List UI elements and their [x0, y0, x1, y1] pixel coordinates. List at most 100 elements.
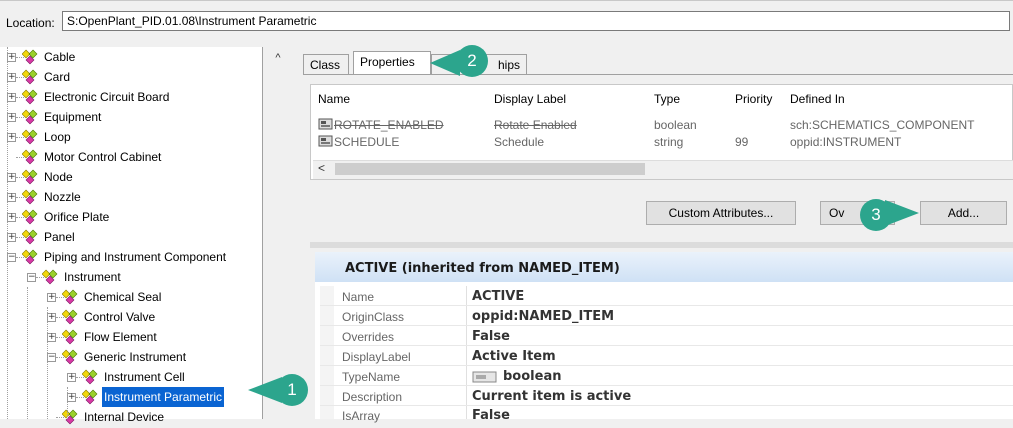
row-divider	[320, 405, 1013, 406]
class-icon	[21, 109, 42, 125]
detail-value-isarray[interactable]: False	[472, 408, 510, 423]
detail-label-isarray: IsArray	[342, 409, 381, 423]
tree-expander-instrument[interactable]: −	[27, 273, 36, 282]
column-header-defined-in[interactable]: Defined In	[790, 92, 845, 106]
detail-label-overrides: Overrides	[342, 330, 395, 344]
tree-expander-control-valve[interactable]: +	[47, 313, 56, 322]
tree-item-motor-control-cabinet[interactable]: Motor Control Cabinet	[42, 147, 163, 167]
tree-expander-piping-and-instrument-component[interactable]: −	[7, 253, 16, 262]
tree-guide-line	[7, 47, 8, 419]
scroll-up-icon[interactable]: ^	[269, 52, 287, 66]
add-button[interactable]: Add...	[920, 201, 1007, 225]
tree-item-label: Flow Element	[84, 330, 157, 344]
tree-expander-panel[interactable]: +	[7, 233, 16, 242]
tree-item-orifice-plate[interactable]: Orifice Plate	[42, 207, 111, 227]
tree-item-equipment[interactable]: Equipment	[42, 107, 103, 127]
class-icon	[21, 189, 42, 205]
tree-item-label: Loop	[44, 130, 71, 144]
top-border	[0, 0, 1013, 5]
location-field[interactable]: S:OpenPlant_PID.01.08\Instrument Paramet…	[62, 11, 1010, 31]
column-header-priority[interactable]: Priority	[735, 92, 772, 106]
tree-item-label: Instrument Cell	[104, 370, 185, 384]
tree-scrollbar[interactable]	[263, 47, 297, 419]
detail-value-typename[interactable]: boolean	[503, 369, 561, 384]
tab-class[interactable]: Class	[303, 54, 349, 74]
column-header-name[interactable]: Name	[318, 92, 350, 106]
detail-value-originclass[interactable]: oppid:NAMED_ITEM	[472, 309, 614, 324]
property-display-label: Rotate Enabled	[494, 118, 577, 132]
property-icon	[318, 117, 334, 131]
row-divider	[320, 345, 1013, 346]
class-icon	[21, 69, 42, 85]
custom-attributes-button[interactable]: Custom Attributes...	[646, 201, 796, 225]
tree-item-chemical-seal[interactable]: Chemical Seal	[82, 287, 163, 307]
tree-expander-instrument-parametric[interactable]: +	[67, 393, 76, 402]
tree-item-instrument[interactable]: Instrument	[62, 267, 123, 287]
detail-label-originclass: OriginClass	[342, 310, 405, 324]
property-type: string	[654, 135, 684, 149]
tree-expander-electronic-circuit-board[interactable]: +	[7, 93, 16, 102]
class-icon	[61, 289, 82, 305]
detail-label-name: Name	[342, 290, 375, 304]
tree-item-control-valve[interactable]: Control Valve	[82, 307, 157, 327]
tree-item-panel[interactable]: Panel	[42, 227, 77, 247]
type-icon	[472, 370, 498, 384]
tree-guide-line	[67, 387, 68, 419]
tree-guide-line	[27, 287, 28, 419]
class-icon	[21, 229, 42, 245]
property-name[interactable]: SCHEDULE	[334, 135, 399, 149]
tree-expander-cable[interactable]: +	[7, 53, 16, 62]
tab-properties[interactable]: Properties	[353, 51, 431, 75]
column-header-display-label[interactable]: Display Label	[494, 92, 566, 106]
tree-expander-flow-element[interactable]: +	[47, 333, 56, 342]
tree-item-node[interactable]: Node	[42, 167, 75, 187]
class-icon	[21, 149, 42, 165]
column-header-type[interactable]: Type	[654, 92, 680, 106]
panel-splitter[interactable]	[310, 242, 1013, 248]
tree-expander-node[interactable]: +	[7, 173, 16, 182]
property-name[interactable]: ROTATE_ENABLED	[334, 118, 444, 132]
tree-item-electronic-circuit-board[interactable]: Electronic Circuit Board	[42, 87, 171, 107]
class-icon	[81, 369, 102, 385]
tree-item-label: Panel	[44, 230, 75, 244]
tree-item-generic-instrument[interactable]: Generic Instrument	[82, 347, 188, 367]
tree-expander-generic-instrument[interactable]: −	[47, 353, 56, 362]
class-icon	[61, 409, 82, 425]
tree-expander-equipment[interactable]: +	[7, 113, 16, 122]
tree-expander-chemical-seal[interactable]: +	[47, 293, 56, 302]
class-icon	[81, 389, 102, 405]
tree-guide-line	[47, 307, 48, 419]
tree-item-label: Node	[44, 170, 73, 184]
detail-value-overrides[interactable]: False	[472, 329, 510, 344]
tree-item-nozzle[interactable]: Nozzle	[42, 187, 83, 207]
tree-item-instrument-parametric[interactable]: Instrument Parametric	[102, 387, 225, 407]
tree-expander-loop[interactable]: +	[7, 133, 16, 142]
tree-item-internal-device[interactable]: Internal Device	[82, 407, 166, 427]
class-icon	[41, 269, 62, 285]
tree-expander-card[interactable]: +	[7, 73, 16, 82]
tree-item-label: Cable	[44, 50, 76, 64]
tree-item-label: Internal Device	[84, 410, 165, 424]
tree-expander-nozzle[interactable]: +	[7, 193, 16, 202]
tree-item-instrument-cell[interactable]: Instrument Cell	[102, 367, 187, 387]
tree-item-card[interactable]: Card	[42, 67, 72, 87]
tree-item-label: Orifice Plate	[44, 210, 110, 224]
tree-item-label: Motor Control Cabinet	[44, 150, 162, 164]
tree-item-flow-element[interactable]: Flow Element	[82, 327, 159, 347]
detail-value-displaylabel[interactable]: Active Item	[472, 349, 556, 364]
scrollbar-thumb[interactable]	[335, 163, 645, 175]
property-display-label: Schedule	[494, 135, 545, 149]
tree-item-label: Chemical Seal	[84, 290, 162, 304]
detail-value-description[interactable]: Current item is active	[472, 389, 631, 404]
tree-item-label: Instrument Parametric	[102, 387, 225, 407]
tree-expander-orifice-plate[interactable]: +	[7, 213, 16, 222]
class-icon	[61, 349, 82, 365]
tree-item-piping-and-instrument-component[interactable]: Piping and Instrument Component	[42, 247, 228, 267]
property-defined-in: oppid:INSTRUMENT	[790, 135, 902, 149]
scroll-left-icon[interactable]: <	[318, 161, 325, 175]
tree-expander-instrument-cell[interactable]: +	[67, 373, 76, 382]
tree-item-cable[interactable]: Cable	[42, 47, 77, 67]
detail-title: ACTIVE (inherited from NAMED_ITEM)	[345, 261, 620, 276]
detail-value-name[interactable]: ACTIVE	[472, 289, 524, 304]
tree-item-loop[interactable]: Loop	[42, 127, 73, 147]
